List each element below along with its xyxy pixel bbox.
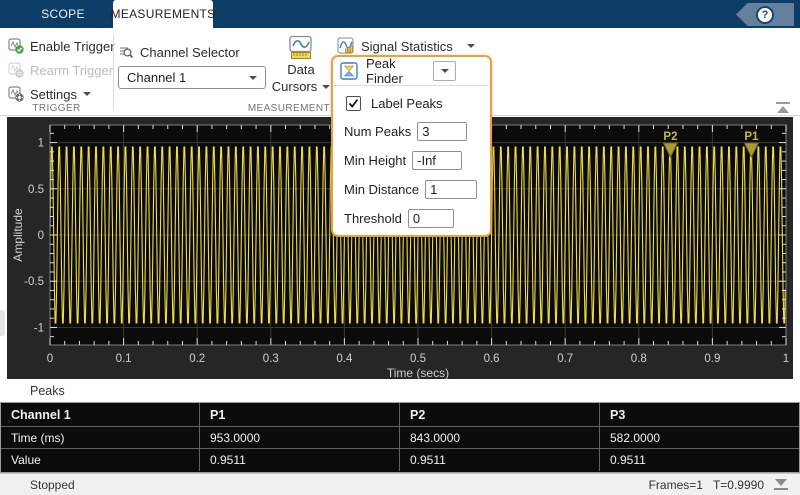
table-cell: 0.9511: [600, 449, 799, 471]
svg-text:P2: P2: [663, 131, 677, 143]
channel-selector-icon: [118, 44, 134, 60]
peak-finder-title: Peak Finder: [366, 56, 433, 86]
table-cell: 582.0000: [600, 427, 799, 449]
svg-text:1: 1: [783, 353, 789, 365]
svg-text:0.3: 0.3: [263, 353, 279, 365]
group-separator: [113, 34, 114, 111]
table-cell: 0.9511: [200, 449, 400, 471]
svg-text:0.6: 0.6: [484, 353, 500, 365]
tab-bar: SCOPE MEASUREMENTS ?: [0, 0, 800, 28]
expand-bar: [774, 488, 788, 490]
peak-finder-caret-icon: [441, 69, 449, 73]
status-bar: Stopped Frames=1 T=0.9990: [0, 473, 800, 495]
expand-statusbar-button[interactable]: [774, 479, 788, 490]
expand-arrow-icon: [775, 479, 787, 486]
help-icon: ?: [756, 6, 774, 24]
table-cell: Value: [1, 449, 200, 471]
collapse-toolstrip-button[interactable]: [775, 102, 791, 114]
svg-text:0.7: 0.7: [557, 353, 573, 365]
channel-dropdown-caret-icon: [249, 76, 257, 80]
trigger-settings-button[interactable]: Settings: [8, 84, 91, 104]
svg-text:0.1: 0.1: [116, 353, 132, 365]
peaks-section-header: Peaks: [0, 379, 800, 402]
svg-text:0.5: 0.5: [410, 353, 426, 365]
help-button[interactable]: ?: [736, 3, 794, 26]
measurement-group-label: MEASUREMENT: [140, 103, 330, 114]
threshold-label: Threshold: [344, 211, 402, 226]
enable-trigger-icon: [8, 38, 24, 54]
min-distance-label: Min Distance: [344, 182, 419, 197]
settings-label: Settings: [30, 87, 77, 102]
status-text: Stopped: [30, 478, 75, 492]
svg-text:0.8: 0.8: [631, 353, 647, 365]
channel-selector-button[interactable]: Channel Selector: [118, 42, 240, 62]
svg-text:0: 0: [38, 230, 44, 242]
min-height-label: Min Height: [344, 153, 406, 168]
table-header-cell: P1: [200, 403, 400, 427]
settings-caret-icon: [83, 92, 91, 96]
svg-text:Amplitude: Amplitude: [11, 208, 25, 262]
data-cursors-button[interactable]: Data Cursors: [274, 35, 328, 95]
splitter-handle[interactable]: [0, 310, 5, 336]
data-cursors-icon: [288, 35, 314, 61]
signal-statistics-label: Signal Statistics: [361, 39, 453, 54]
frames-counter: Frames=1: [649, 478, 703, 492]
svg-text:0: 0: [47, 353, 53, 365]
num-peaks-label: Num Peaks: [344, 124, 411, 139]
table-header-cell: Channel 1: [1, 403, 200, 427]
scope-window: SCOPE MEASUREMENTS ? Enable Trigger: [0, 0, 800, 495]
channel-dropdown[interactable]: Channel 1: [118, 66, 266, 89]
collapse-arrow-icon: [777, 106, 789, 113]
label-peaks-checkbox[interactable]: [346, 96, 361, 111]
signal-statistics-icon: [337, 37, 355, 55]
min-height-input[interactable]: [412, 151, 462, 170]
peak-finder-dropdown-button[interactable]: [433, 61, 456, 81]
data-cursors-label-line2: Cursors: [272, 78, 331, 95]
peaks-section-title: Peaks: [30, 384, 65, 398]
table-cell: 843.0000: [400, 427, 600, 449]
threshold-input[interactable]: [408, 209, 454, 228]
peak-finder-panel: Peak Finder Label Peaks Num Peaks Min He…: [331, 55, 492, 237]
tab-measurements[interactable]: MEASUREMENTS: [113, 0, 213, 28]
channel-dropdown-value: Channel 1: [127, 70, 186, 85]
tab-scope[interactable]: SCOPE: [20, 0, 106, 28]
svg-text:0.2: 0.2: [189, 353, 205, 365]
svg-text:1: 1: [38, 138, 44, 150]
rearm-trigger-label: Rearm Trigger: [30, 63, 113, 78]
table-cell: Time (ms): [1, 427, 200, 449]
num-peaks-input[interactable]: [417, 122, 467, 141]
trigger-group-label: TRIGGER: [0, 103, 113, 114]
table-cell: 953.0000: [200, 427, 400, 449]
table-header-cell: P3: [600, 403, 799, 427]
peak-finder-icon: [340, 62, 358, 80]
svg-text:Time (secs): Time (secs): [387, 366, 449, 379]
channel-selector-label: Channel Selector: [140, 45, 240, 60]
peak-finder-header[interactable]: Peak Finder: [333, 57, 490, 85]
enable-trigger-label: Enable Trigger: [30, 39, 115, 54]
signal-statistics-caret-icon: [467, 44, 475, 48]
label-peaks-label: Label Peaks: [371, 96, 443, 111]
data-cursors-label-line1: Data: [287, 61, 314, 78]
svg-text:-1: -1: [34, 322, 44, 334]
svg-text:P1: P1: [744, 131, 759, 143]
collapse-bar: [776, 102, 790, 104]
table-header-cell: P2: [400, 403, 600, 427]
enable-trigger-button[interactable]: Enable Trigger: [8, 36, 115, 56]
data-cursors-caret-icon: [322, 85, 330, 89]
time-counter: T=0.9990: [713, 478, 764, 492]
svg-text:-0.5: -0.5: [24, 276, 44, 288]
svg-text:0.9: 0.9: [704, 353, 720, 365]
rearm-trigger-icon: [8, 62, 24, 78]
rearm-trigger-button: Rearm Trigger: [8, 60, 113, 80]
min-distance-input[interactable]: [425, 180, 477, 199]
svg-text:0.4: 0.4: [336, 353, 353, 365]
table-cell: 0.9511: [400, 449, 600, 471]
settings-gear-icon: [8, 86, 24, 102]
peaks-table: Channel 1P1P2P3 Time (ms)953.0000843.0000…: [0, 402, 800, 473]
signal-statistics-button[interactable]: Signal Statistics: [337, 36, 475, 56]
svg-text:0.5: 0.5: [28, 184, 44, 196]
